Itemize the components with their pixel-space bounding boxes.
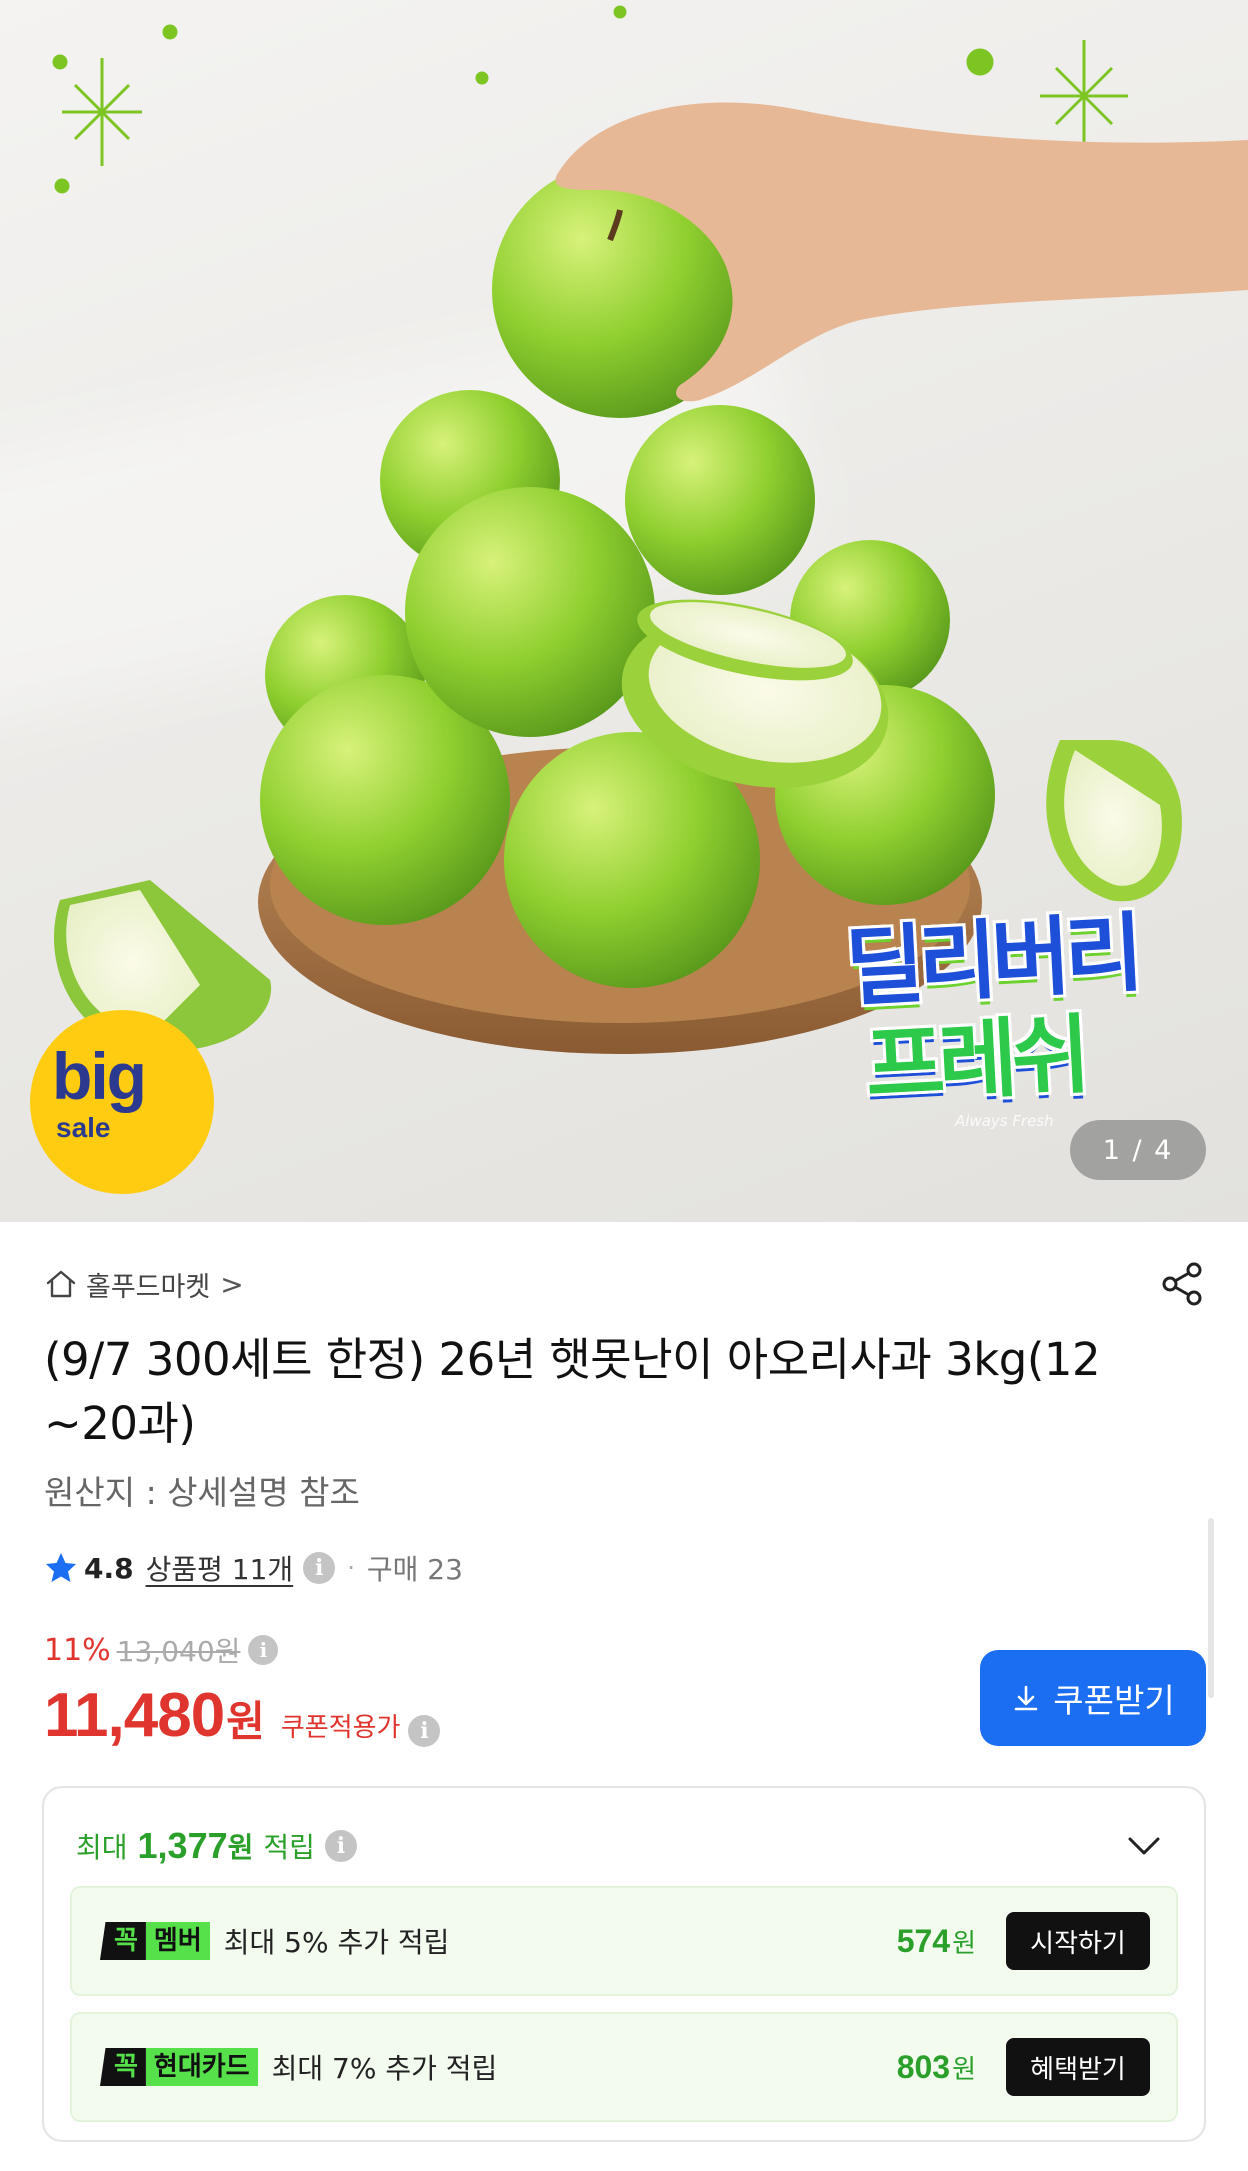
info-icon[interactable]: i	[408, 1715, 441, 1747]
product-origin: 원산지 : 상세설명 참조	[44, 1473, 360, 1512]
price-row: 11,480 원 쿠폰적용가 i	[44, 1680, 441, 1752]
store-name: 홀푸드마켓	[86, 1271, 211, 1303]
share-icon[interactable]	[1158, 1260, 1206, 1308]
product-title: (9/7 300세트 한정) 26년 햇못난이 아오리사과 3kg(12~20과…	[44, 1333, 1101, 1450]
kkok-hyundai-card-badge: 꼭 현대카드	[100, 2048, 258, 2086]
info-icon[interactable]: i	[248, 1635, 279, 1665]
reward-suffix: 적립	[263, 1831, 315, 1864]
benefit-amount: 574원	[896, 1922, 976, 1959]
review-count-link[interactable]: 상품평 11개	[146, 1548, 294, 1588]
original-price: 13,040원	[116, 1635, 241, 1668]
purchase-count: 구매 23	[366, 1553, 463, 1586]
download-coupon-label: 쿠폰받기	[1053, 1681, 1175, 1720]
benefit-amount: 803원	[896, 2048, 976, 2085]
delivery-fresh-logo: 딜리버리 프레쉬 Always Fresh	[843, 903, 1141, 1130]
big-sale-badge-sale: sale	[56, 1112, 111, 1143]
download-coupon-button[interactable]: 쿠폰받기	[980, 1650, 1206, 1746]
kkok-member-badge: 꼭 멤버	[100, 1922, 210, 1960]
star-icon	[46, 1553, 76, 1582]
reward-panel: 최대 1,377 원 적립 i 꼭 멤버 최대 5% 추가 적립 574원 시작하…	[42, 1786, 1206, 2142]
scrollbar[interactable]	[1208, 1518, 1214, 1698]
benefit-description: 최대 5% 추가 적립	[223, 1926, 450, 1959]
reward-unit: 원	[227, 1831, 254, 1864]
benefit-row-hyundai-card: 꼭 현대카드 최대 7% 추가 적립 803원 혜택받기	[70, 2012, 1178, 2122]
info-icon[interactable]: i	[324, 1830, 357, 1862]
separator-dot: ·	[347, 1554, 355, 1582]
chevron-right-icon: >	[220, 1267, 244, 1301]
rating-row: 4.8 상품평 11개 i · 구매 23	[44, 1546, 463, 1590]
reward-amount: 1,377	[137, 1825, 228, 1866]
discount-rate: 11%	[44, 1632, 111, 1668]
chevron-down-icon[interactable]	[1126, 1834, 1162, 1858]
big-sale-badge: big sale	[30, 1010, 214, 1194]
product-image-carousel[interactable]: 딜리버리 프레쉬 Always Fresh big sale 1 / 4	[0, 0, 1248, 1222]
sale-price: 11,480	[44, 1681, 225, 1750]
rating-score: 4.8	[84, 1551, 134, 1585]
big-sale-badge-big: big	[52, 1039, 147, 1113]
benefit-row-member: 꼭 멤버 최대 5% 추가 적립 574원 시작하기	[70, 1886, 1178, 1996]
carousel-page-indicator: 1 / 4	[1070, 1120, 1206, 1180]
price-currency: 원	[226, 1697, 265, 1746]
home-icon	[46, 1270, 76, 1298]
reward-summary[interactable]: 최대 1,377 원 적립 i	[76, 1824, 357, 1868]
discount-row: 11% 13,040원 i	[44, 1630, 279, 1670]
reward-prefix: 최대	[76, 1831, 128, 1864]
benefit-description: 최대 7% 추가 적립	[271, 2052, 498, 2085]
start-member-button[interactable]: 시작하기	[1006, 1912, 1150, 1970]
info-icon[interactable]: i	[303, 1552, 336, 1584]
coupon-price-label: 쿠폰적용가	[280, 1713, 401, 1743]
store-link[interactable]: 홀푸드마켓 >	[44, 1264, 244, 1304]
download-icon	[1014, 1685, 1038, 1711]
get-benefit-button[interactable]: 혜택받기	[1006, 2038, 1150, 2096]
